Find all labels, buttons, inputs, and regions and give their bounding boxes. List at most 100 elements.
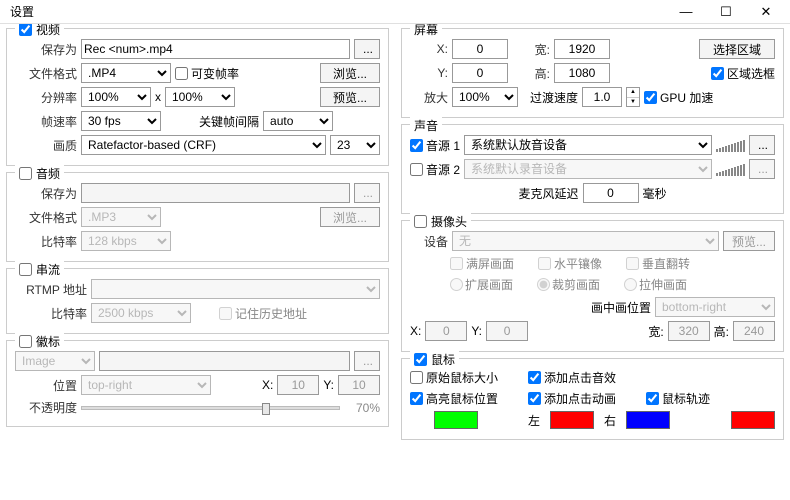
vflip-checkbox bbox=[626, 257, 639, 270]
speed-spinner[interactable]: ▲▼ bbox=[626, 87, 640, 107]
zoom-select[interactable]: 100% bbox=[452, 87, 518, 107]
mic-delay-label: 麦克风延迟 bbox=[518, 185, 578, 202]
audio-title: 音频 bbox=[36, 165, 60, 182]
left-color[interactable] bbox=[550, 411, 594, 429]
fps-select[interactable]: 30 fps bbox=[81, 111, 161, 131]
cam-h-label: 高: bbox=[714, 323, 729, 340]
mic-delay-input[interactable] bbox=[583, 183, 639, 203]
audio-group: 音频 保存为 ... 文件格式 .MP3 浏览... 比特率 128 kbps bbox=[6, 172, 389, 262]
src2-checkbox[interactable] bbox=[410, 163, 423, 176]
stream-bitrate-select: 2500 kbps bbox=[91, 303, 191, 323]
stretch-radio bbox=[624, 278, 637, 291]
save-as-label: 保存为 bbox=[15, 41, 77, 58]
emblem-title: 徽标 bbox=[36, 333, 60, 350]
audio-saveas-label: 保存为 bbox=[15, 185, 77, 202]
video-saveas-input[interactable] bbox=[81, 39, 350, 59]
gpu-label: GPU 加速 bbox=[660, 89, 713, 106]
mouse-group: 鼠标 原始鼠标大小 添加点击音效 高亮鼠标位置 添加点击动画 鼠标轨迹 左 右 bbox=[401, 358, 784, 440]
click-anim-checkbox[interactable] bbox=[528, 392, 541, 405]
camera-title: 摄像头 bbox=[431, 213, 467, 230]
region-frame-checkbox[interactable] bbox=[711, 67, 724, 80]
res-x: x bbox=[155, 90, 161, 104]
mouse-enable-checkbox[interactable] bbox=[414, 353, 427, 366]
opacity-slider bbox=[81, 406, 340, 410]
screen-group: 屏幕 X: 宽: 选择区域 Y: 高: 区域选框 放大 100% 过渡速度 ▲▼… bbox=[401, 28, 784, 118]
remember-checkbox bbox=[219, 307, 232, 320]
screen-w-input[interactable] bbox=[554, 39, 610, 59]
screen-h-input[interactable] bbox=[554, 63, 610, 83]
screen-x-input[interactable] bbox=[452, 39, 508, 59]
cam-w-label: 宽: bbox=[648, 323, 663, 340]
window-title: 设置 bbox=[4, 3, 666, 20]
emblem-enable-checkbox[interactable] bbox=[19, 335, 32, 348]
camera-enable-checkbox[interactable] bbox=[414, 215, 427, 228]
click-sound-checkbox[interactable] bbox=[528, 371, 541, 384]
format-label: 文件格式 bbox=[15, 65, 77, 82]
trail-color[interactable] bbox=[731, 411, 775, 429]
res-label: 分辨率 bbox=[15, 89, 77, 106]
emblem-browse: ... bbox=[354, 351, 380, 371]
zoom-label: 放大 bbox=[410, 89, 448, 106]
src1-label: 音源 1 bbox=[426, 137, 460, 154]
fps-label: 帧速率 bbox=[15, 113, 77, 130]
opacity-value: 70% bbox=[344, 401, 380, 415]
quality-label: 画质 bbox=[15, 137, 77, 154]
mouse-title: 鼠标 bbox=[431, 351, 455, 368]
video-title: 视频 bbox=[36, 24, 60, 38]
video-enable-checkbox[interactable] bbox=[19, 24, 32, 36]
cam-y-input bbox=[486, 321, 528, 341]
video-saveas-browse[interactable]: ... bbox=[354, 39, 380, 59]
video-browse-button[interactable]: 浏览... bbox=[320, 63, 380, 83]
mic-delay-unit: 毫秒 bbox=[643, 185, 667, 202]
video-format-select[interactable]: .MP4 bbox=[81, 63, 171, 83]
emblem-group: 徽标 Image ... 位置 top-right X: Y: 不透明度 70% bbox=[6, 340, 389, 427]
src2-select: 系统默认录音设备 bbox=[464, 159, 712, 179]
cam-x-input bbox=[425, 321, 467, 341]
device-label: 设备 bbox=[410, 233, 448, 250]
screen-y-label: Y: bbox=[410, 66, 448, 80]
emblem-y-input bbox=[338, 375, 380, 395]
audio-bitrate-label: 比特率 bbox=[15, 233, 77, 250]
pip-select: bottom-right bbox=[655, 297, 775, 317]
emblem-x-input bbox=[277, 375, 319, 395]
speed-input[interactable] bbox=[582, 87, 622, 107]
src2-volume-icon bbox=[716, 162, 745, 176]
trail-checkbox[interactable] bbox=[646, 392, 659, 405]
stream-enable-checkbox[interactable] bbox=[19, 263, 32, 276]
emblem-path-input bbox=[99, 351, 350, 371]
vbr-label: 可变帧率 bbox=[191, 65, 239, 82]
audio-saveas-browse: ... bbox=[354, 183, 380, 203]
quality-mode-select[interactable]: Ratefactor-based (CRF) bbox=[81, 135, 326, 155]
src1-volume-icon bbox=[716, 138, 745, 152]
right-color[interactable] bbox=[626, 411, 670, 429]
src1-more[interactable]: ... bbox=[749, 135, 775, 155]
highlight-color[interactable] bbox=[434, 411, 478, 429]
vbr-checkbox[interactable] bbox=[175, 67, 188, 80]
src1-select[interactable]: 系统默认放音设备 bbox=[464, 135, 712, 155]
select-region-button[interactable]: 选择区域 bbox=[699, 39, 775, 59]
maximize-button[interactable]: ☐ bbox=[706, 1, 746, 23]
preview-button[interactable]: 预览... bbox=[320, 87, 380, 107]
keyframe-select[interactable]: auto bbox=[263, 111, 333, 131]
emblem-y-label: Y: bbox=[323, 378, 334, 392]
screen-y-input[interactable] bbox=[452, 63, 508, 83]
quality-value-select[interactable]: 23 bbox=[330, 135, 380, 155]
src2-more: ... bbox=[749, 159, 775, 179]
close-button[interactable]: ✕ bbox=[746, 1, 786, 23]
src2-label: 音源 2 bbox=[426, 161, 460, 178]
orig-size-checkbox[interactable] bbox=[410, 371, 423, 384]
gpu-checkbox[interactable] bbox=[644, 91, 657, 104]
left-label: 左 bbox=[528, 412, 540, 429]
res-height-select[interactable]: 100% bbox=[165, 87, 235, 107]
audio-enable-checkbox[interactable] bbox=[19, 167, 32, 180]
emblem-pos-select: top-right bbox=[81, 375, 211, 395]
res-width-select[interactable]: 100% bbox=[81, 87, 151, 107]
device-select: 无 bbox=[452, 231, 719, 251]
screen-title: 屏幕 bbox=[414, 24, 438, 38]
src1-checkbox[interactable] bbox=[410, 139, 423, 152]
minimize-button[interactable]: — bbox=[666, 1, 706, 23]
emblem-type-select: Image bbox=[15, 351, 95, 371]
screen-h-label: 高: bbox=[512, 65, 550, 82]
mirror-checkbox bbox=[538, 257, 551, 270]
highlight-checkbox[interactable] bbox=[410, 392, 423, 405]
